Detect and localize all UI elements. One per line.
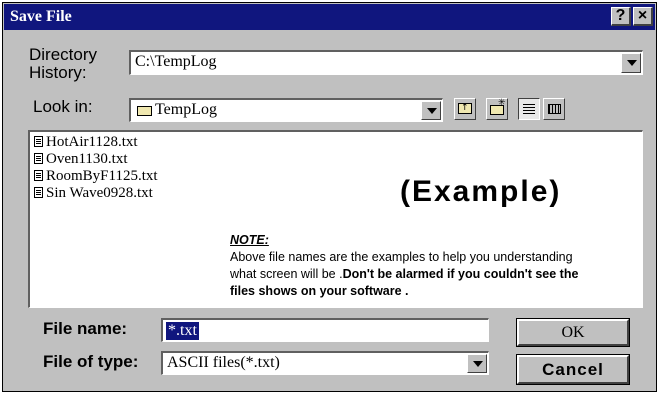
file-type-label: File of type:	[43, 352, 139, 371]
file-type-value: ASCII files(*.txt)	[167, 354, 280, 371]
text-file-icon	[34, 187, 43, 198]
file-list[interactable]: HotAir1128.txt Oven1130.txt RoomByF1125.…	[28, 130, 643, 308]
ok-button[interactable]: OK	[516, 318, 630, 347]
cancel-button[interactable]: Cancel	[516, 354, 630, 385]
up-one-level-button[interactable]: ↑	[454, 98, 476, 120]
look-in-combo[interactable]: TempLog	[129, 98, 443, 122]
file-name-text: Oven1130.txt	[46, 151, 128, 167]
directory-history-combo[interactable]: C:\TempLog	[129, 50, 643, 75]
example-watermark: (Example)	[400, 175, 562, 208]
note-line-2: what screen will be .Don't be alarmed if…	[230, 266, 578, 283]
directory-history-label-line1: Directory	[29, 45, 98, 64]
file-name-text: Sin Wave0928.txt	[46, 185, 153, 201]
text-file-icon	[34, 170, 43, 181]
file-type-dropdown-button[interactable]	[467, 354, 487, 373]
save-file-dialog: Save File ? × Directory History: C:\Temp…	[2, 2, 657, 392]
file-name-value: *.txt	[166, 322, 199, 340]
file-name-input[interactable]: *.txt	[161, 318, 489, 342]
new-folder-sparkle-glyph: ✳	[498, 98, 506, 108]
help-icon: ?	[615, 7, 626, 24]
note-title: NOTE:	[230, 233, 269, 247]
look-in-dropdown-button[interactable]	[421, 101, 441, 120]
dialog-title: Save File	[10, 8, 72, 25]
directory-history-label-line2: History:	[29, 63, 87, 82]
help-button[interactable]: ?	[611, 7, 631, 26]
directory-history-value: C:\TempLog	[135, 53, 217, 70]
note-line-1: Above file names are the examples to hel…	[230, 250, 573, 264]
details-view-icon	[548, 104, 561, 114]
directory-history-dropdown-button[interactable]	[621, 53, 641, 73]
folder-icon	[137, 106, 152, 116]
list-view-button[interactable]	[518, 98, 540, 120]
file-name-text: HotAir1128.txt	[46, 134, 138, 150]
text-file-icon	[34, 136, 43, 147]
close-icon: ×	[637, 7, 648, 24]
up-arrow-glyph: ↑	[461, 103, 469, 113]
look-in-value: TempLog	[155, 101, 217, 118]
text-file-icon	[34, 153, 43, 164]
details-view-button[interactable]	[543, 98, 565, 120]
look-in-label: Look in:	[33, 97, 93, 116]
file-name-text: RoomByF1125.txt	[46, 168, 158, 184]
note-line-2-bold: Don't be alarmed if you couldn't see the	[342, 267, 579, 281]
file-name-label: File name:	[43, 319, 128, 338]
close-button[interactable]: ×	[633, 7, 653, 26]
directory-history-label: Directory History:	[29, 46, 97, 82]
file-type-select[interactable]: ASCII files(*.txt)	[161, 351, 489, 375]
create-new-folder-button[interactable]: ✳	[486, 98, 508, 120]
note-block: NOTE: Above file names are the examples …	[230, 232, 578, 300]
list-view-icon	[523, 104, 535, 114]
note-line-2-plain: what screen will be .	[230, 267, 343, 281]
note-line-3: files shows on your software .	[230, 284, 409, 298]
title-bar[interactable]: Save File ? ×	[4, 4, 655, 30]
